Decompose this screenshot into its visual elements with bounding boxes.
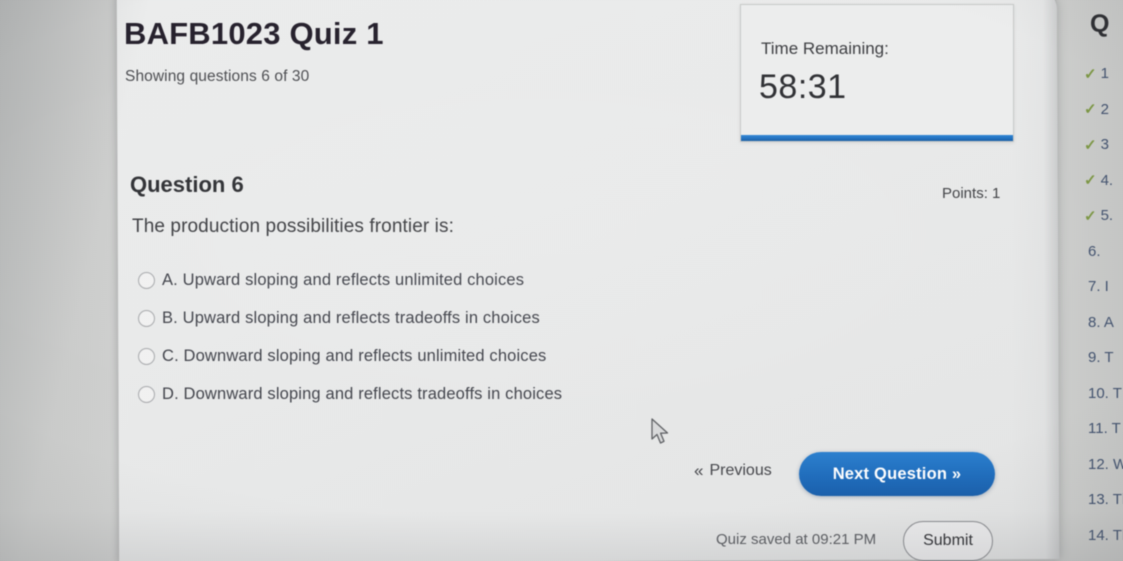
submit-button-label: Submit — [923, 532, 973, 549]
checkmark-icon: ✓ — [1084, 172, 1097, 190]
time-remaining-label: Time Remaining: — [761, 39, 889, 58]
previous-question-button[interactable]: « Previous — [694, 461, 772, 481]
time-remaining-value: 58:31 — [759, 68, 847, 106]
next-question-button[interactable]: Next Question » — [799, 452, 995, 496]
sidebar-question-item[interactable]: ✓ 3 — [1062, 127, 1123, 163]
sidebar-question-item[interactable]: ✓ 1 — [1062, 56, 1123, 92]
checkmark-icon: ✓ — [1084, 207, 1097, 225]
sidebar-question-item[interactable]: 13. Th — [1062, 482, 1123, 518]
sidebar-question-label: 9. T — [1088, 349, 1114, 367]
answer-choice-d[interactable]: D. Downward sloping and reflects tradeof… — [138, 376, 758, 413]
sidebar-question-label: 12. W — [1088, 455, 1123, 473]
sidebar-question-label: 5. — [1100, 207, 1114, 225]
sidebar-question-label: 4. — [1100, 171, 1114, 189]
sidebar-question-label: 7. I — [1088, 278, 1109, 296]
radio-button-icon-a[interactable] — [138, 272, 155, 289]
radio-button-icon-b[interactable] — [138, 310, 155, 327]
next-question-label: Next Question » — [832, 464, 962, 483]
sidebar-question-label: 1 — [1100, 65, 1109, 83]
photographed-screen: BAFB1023 Quiz 1 Showing questions 6 of 3… — [0, 0, 1123, 561]
previous-question-label: Previous — [709, 462, 772, 479]
sidebar-question-item[interactable]: 12. W — [1062, 447, 1123, 483]
sidebar-question-item[interactable]: 8. A — [1062, 305, 1123, 341]
sidebar-question-item[interactable]: ✓ 4. — [1062, 163, 1123, 199]
question-number-heading: Question 6 — [130, 172, 244, 197]
sidebar-question-label: 6. — [1088, 242, 1101, 260]
question-text: The production possibilities frontier is… — [132, 216, 454, 237]
sidebar-question-item[interactable]: 7. I — [1062, 269, 1123, 305]
sidebar-question-item[interactable]: 10. T — [1062, 376, 1123, 412]
answer-choice-d-label: D. Downward sloping and reflects tradeof… — [162, 385, 563, 403]
questions-sidebar: Q ✓ 1 ✓ 2 ✓ 3 ✓ 4. ✓ 5. 6. 7. I 8. A 9. T 10. T 11. T 12… — [1062, 0, 1123, 561]
time-remaining-progress-bar — [741, 135, 1013, 141]
radio-button-icon-d[interactable] — [138, 386, 155, 403]
sidebar-question-label: 14. Th — [1088, 526, 1123, 544]
checkmark-icon: ✓ — [1084, 101, 1097, 119]
sidebar-question-label: 8. A — [1088, 313, 1114, 331]
answer-choice-c-label: C. Downward sloping and reflects unlimit… — [162, 347, 547, 365]
time-remaining-panel: Time Remaining: 58:31 — [740, 4, 1014, 142]
page-title: BAFB1023 Quiz 1 — [124, 16, 384, 51]
sidebar-question-item[interactable]: 11. T — [1062, 411, 1123, 447]
quiz-saved-status: Quiz saved at 09:21 PM — [716, 531, 877, 548]
checkmark-icon: ✓ — [1084, 136, 1097, 154]
sidebar-question-label: 3 — [1100, 136, 1109, 154]
answer-choice-b[interactable]: B. Upward sloping and reflects tradeoffs… — [138, 300, 758, 337]
sidebar-question-item[interactable]: ✓ 2 — [1062, 92, 1123, 128]
sidebar-question-item[interactable]: 6. — [1062, 234, 1123, 270]
sidebar-question-item[interactable]: 14. Th — [1062, 518, 1123, 554]
question-points-label: Points: 1 — [942, 185, 1001, 202]
sidebar-question-item[interactable]: 9. T — [1062, 340, 1123, 376]
answer-choice-a[interactable]: A. Upward sloping and reflects unlimited… — [138, 262, 758, 299]
sidebar-question-list: ✓ 1 ✓ 2 ✓ 3 ✓ 4. ✓ 5. 6. 7. I 8. A 9. T 10. T 11. T 12. … — [1062, 56, 1123, 553]
sidebar-question-label: 13. Th — [1088, 491, 1123, 509]
answer-choice-list: A. Upward sloping and reflects unlimited… — [138, 262, 758, 414]
checkmark-icon: ✓ — [1084, 65, 1097, 83]
chevron-left-icon: « — [694, 461, 704, 480]
radio-button-icon-c[interactable] — [138, 348, 155, 365]
answer-choice-b-label: B. Upward sloping and reflects tradeoffs… — [162, 309, 540, 327]
answer-choice-a-label: A. Upward sloping and reflects unlimited… — [162, 271, 525, 289]
submit-button[interactable]: Submit — [903, 521, 993, 561]
sidebar-question-label: 11. T — [1088, 420, 1121, 438]
question-progress-text: Showing questions 6 of 30 — [125, 68, 310, 85]
sidebar-question-item[interactable]: ✓ 5. — [1062, 198, 1123, 234]
answer-choice-c[interactable]: C. Downward sloping and reflects unlimit… — [138, 338, 758, 375]
sidebar-question-label: 2 — [1100, 100, 1109, 118]
sidebar-title: Q — [1090, 10, 1110, 38]
sidebar-question-label: 10. T — [1088, 384, 1122, 402]
